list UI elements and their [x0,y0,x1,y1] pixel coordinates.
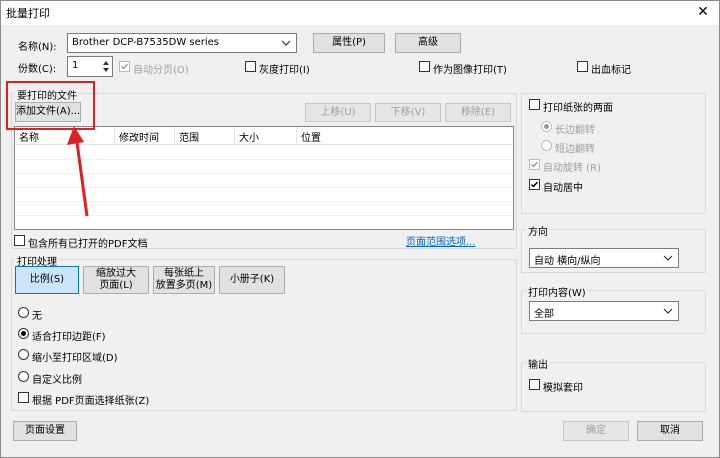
auto-center-label: 自动居中 [543,183,583,194]
print-both-sides-label: 打印纸张的两面 [543,103,613,114]
long-edge-label: 长边翻转 [555,125,595,136]
option-custom-scale-label: 自定义比例 [32,375,82,386]
output-title: 输出 [526,356,550,371]
auto-rotate-label: 自动旋转 (R) [543,163,601,174]
print-content-value: 全部 [534,309,554,320]
chevron-down-icon [663,308,673,314]
ok-button[interactable]: 确定 [563,421,629,441]
print-content-select[interactable]: 全部 [529,301,679,321]
copies-value: 1 [72,60,79,71]
choose-paper-by-pdf-checkbox[interactable] [18,392,29,403]
move-down-button[interactable]: 下移(V) [375,103,441,122]
advanced-button[interactable]: 高级 [395,33,461,53]
option-fit-margins-radio[interactable] [18,328,29,339]
tab-shrink-oversized[interactable]: 缩放过大 页面(L) [83,266,149,294]
auto-rotate-checkbox[interactable] [529,159,540,170]
option-shrink-to-area-label: 缩小至打印区域(D) [32,353,118,364]
printer-name-label: 名称(N): [18,42,57,53]
option-none-radio[interactable] [18,307,29,318]
tab-scale[interactable]: 比例(S) [15,266,79,294]
grayscale-checkbox[interactable] [245,61,256,72]
long-edge-radio[interactable] [541,121,552,132]
tab-booklet[interactable]: 小册子(K) [219,266,285,294]
page-range-options-link[interactable]: 页面范围选项... [406,233,476,248]
printer-select[interactable]: Brother DCP-B7535DW series [67,33,297,53]
simulate-overprint-label: 模拟套印 [543,383,583,394]
column-header-range[interactable]: 范围 [175,127,235,145]
copies-label: 份数(C): [18,64,57,75]
option-none-label: 无 [32,311,42,322]
orientation-title: 方向 [526,223,550,238]
short-edge-radio[interactable] [541,140,552,151]
option-shrink-to-area-radio[interactable] [18,349,29,360]
collate-label: 自动分页(O) [133,65,189,76]
choose-paper-by-pdf-label: 根据 PDF页面选择纸张(Z) [32,396,150,407]
cancel-button[interactable]: 取消 [637,421,703,441]
simulate-overprint-checkbox[interactable] [529,379,540,390]
chevron-down-icon [663,255,673,261]
tab-multiple-pages[interactable]: 每张纸上 放置多页(M) [153,266,215,294]
copies-stepper[interactable]: 1 [67,56,113,77]
move-up-button[interactable]: 上移(U) [305,103,371,122]
remove-button[interactable]: 移除(E) [445,103,511,122]
print-as-image-label: 作为图像打印(T) [433,65,507,76]
window-title: 批量打印 [6,7,50,20]
annotation-arrow-icon [67,126,89,217]
auto-center-checkbox[interactable] [529,179,540,190]
stepper-arrows-icon[interactable] [102,59,110,74]
print-as-image-checkbox[interactable] [419,61,430,72]
page-setup-button[interactable]: 页面设置 [13,421,77,441]
option-fit-margins-label: 适合打印边距(F) [32,332,106,343]
short-edge-label: 短边翻转 [555,144,595,155]
collate-checkbox[interactable] [119,61,130,72]
batch-print-dialog: 批量打印 ✕ 名称(N): Brother DCP-B7535DW series… [0,0,720,458]
print-content-title: 打印内容(W) [526,284,588,299]
column-header-location[interactable]: 位置 [297,127,513,145]
orientation-select[interactable]: 自动 横向/纵向 [529,248,679,268]
close-icon[interactable]: ✕ [695,3,711,21]
bleed-marks-label: 出血标记 [591,65,631,76]
orientation-value: 自动 横向/纵向 [534,256,601,267]
include-open-pdfs-label: 包含所有已打开的PDF文档 [28,239,148,250]
column-header-size[interactable]: 大小 [235,127,297,145]
bleed-marks-checkbox[interactable] [577,61,588,72]
chevron-down-icon [281,40,291,46]
properties-button[interactable]: 属性(P) [313,33,385,53]
column-header-modified[interactable]: 修改时间 [115,127,175,145]
print-both-sides-checkbox[interactable] [529,99,540,110]
include-open-pdfs-checkbox[interactable] [14,235,25,246]
grayscale-label: 灰度打印(I) [259,65,310,76]
option-custom-scale-radio[interactable] [18,371,29,382]
title-bar: 批量打印 ✕ [1,1,719,25]
printer-select-value: Brother DCP-B7535DW series [72,37,220,48]
